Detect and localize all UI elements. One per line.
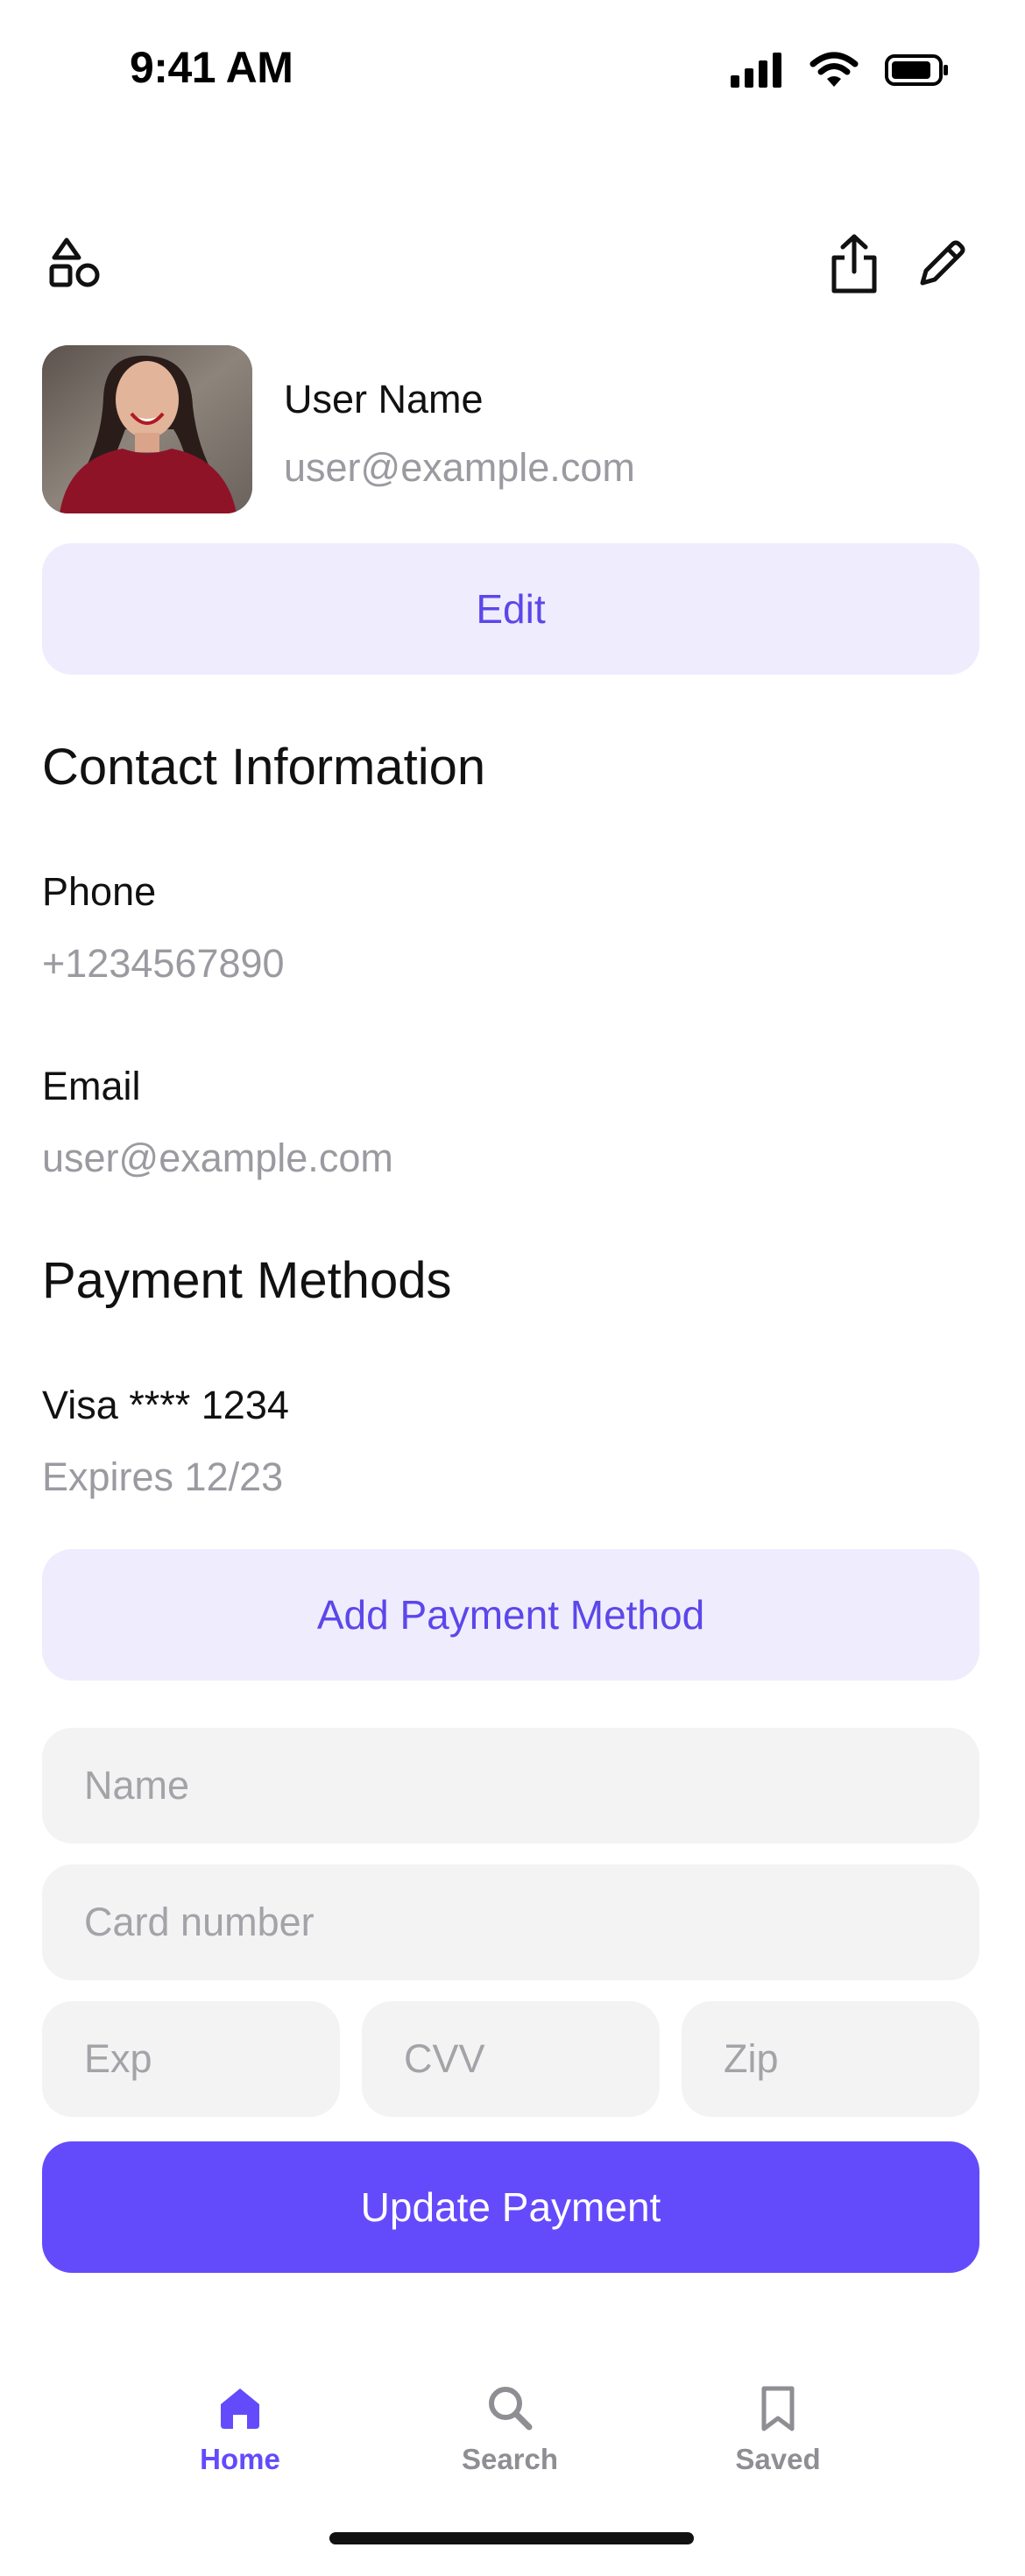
toolbar-actions bbox=[824, 233, 972, 294]
cvv-input[interactable] bbox=[362, 2001, 660, 2117]
email-value: user@example.com bbox=[42, 1136, 393, 1180]
cellular-signal-icon bbox=[731, 53, 781, 88]
bookmark-icon bbox=[761, 2386, 795, 2431]
phone-label: Phone bbox=[42, 869, 157, 914]
battery-icon bbox=[885, 54, 948, 86]
status-time: 9:41 AM bbox=[130, 43, 293, 92]
home-indicator bbox=[329, 2532, 694, 2544]
name-input[interactable] bbox=[42, 1728, 979, 1844]
card-number-input[interactable] bbox=[42, 1865, 979, 1980]
tab-home-label: Home bbox=[200, 2443, 280, 2475]
profile-name: User Name bbox=[284, 377, 484, 421]
tab-saved-label: Saved bbox=[735, 2443, 821, 2475]
wifi-icon bbox=[809, 52, 859, 87]
add-payment-method-button[interactable]: Add Payment Method bbox=[42, 1549, 979, 1681]
share-icon[interactable] bbox=[824, 233, 885, 294]
tab-bar: Home Search Saved bbox=[0, 2383, 1025, 2506]
tab-home[interactable]: Home bbox=[152, 2383, 328, 2476]
profile-email: user@example.com bbox=[284, 445, 635, 490]
card-expiry: Expires 12/23 bbox=[42, 1454, 284, 1499]
shapes-icon[interactable] bbox=[44, 233, 105, 294]
exp-input[interactable] bbox=[42, 2001, 340, 2117]
phone-value: +1234567890 bbox=[42, 941, 285, 986]
avatar bbox=[42, 345, 252, 513]
avatar-photo bbox=[42, 345, 252, 513]
tab-search-label: Search bbox=[461, 2443, 559, 2475]
card-label: Visa **** 1234 bbox=[42, 1383, 289, 1427]
status-icons bbox=[731, 51, 950, 89]
email-label: Email bbox=[42, 1064, 141, 1108]
search-icon bbox=[489, 2387, 533, 2431]
tab-saved[interactable]: Saved bbox=[690, 2383, 866, 2476]
tab-search[interactable]: Search bbox=[422, 2383, 597, 2476]
edit-button[interactable]: Edit bbox=[42, 543, 979, 675]
update-payment-button[interactable]: Update Payment bbox=[42, 2141, 979, 2273]
zip-input[interactable] bbox=[682, 2001, 979, 2117]
home-icon bbox=[221, 2388, 259, 2429]
contact-section-title: Contact Information bbox=[42, 739, 486, 796]
pencil-icon[interactable] bbox=[911, 233, 972, 294]
payment-section-title: Payment Methods bbox=[42, 1252, 452, 1309]
profile-screen: 9:41 AM User Name user@example.com Edit … bbox=[0, 0, 1025, 2576]
